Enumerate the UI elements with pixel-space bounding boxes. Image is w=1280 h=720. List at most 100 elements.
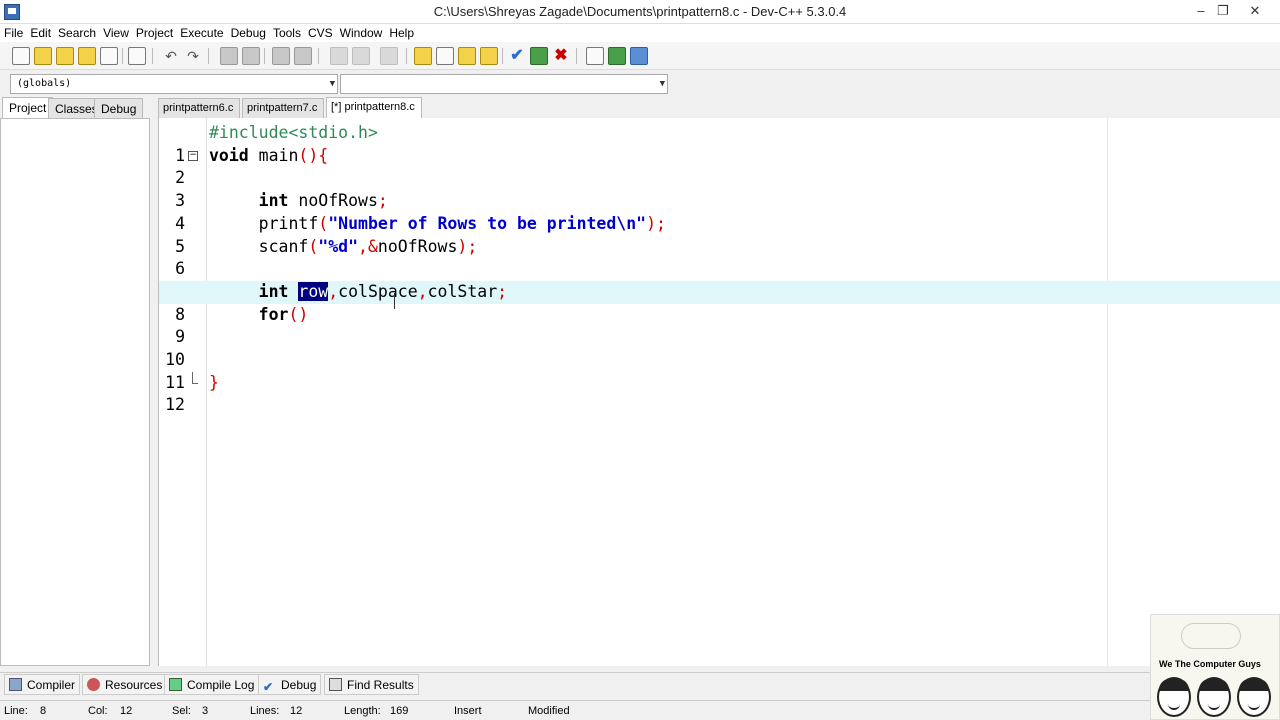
code-line[interactable]: 9 for() (159, 304, 1280, 347)
menu-cvs[interactable]: CVS (304, 24, 336, 40)
menu-view[interactable]: View (99, 24, 132, 40)
symbol: , (328, 281, 339, 301)
symbol: (){ (298, 145, 329, 165)
menu-execute[interactable]: Execute (176, 24, 226, 40)
code-line[interactable]: 11 (159, 349, 1280, 392)
keyword: void (209, 145, 249, 165)
tab-printpattern8[interactable]: [*] printpattern8.c (326, 97, 422, 119)
tab-printpattern6[interactable]: printpattern6.c (158, 98, 240, 118)
add-to-project-icon[interactable] (458, 47, 476, 65)
code-line[interactable]: 3 (159, 167, 1280, 210)
code-line[interactable]: 7 (159, 258, 1280, 301)
redo-icon[interactable]: ↷ (184, 47, 202, 65)
restore-button[interactable]: ❐ (1212, 2, 1234, 20)
code-line[interactable]: 6 scanf("%d",&noOfRows); (159, 236, 1280, 279)
tab-resources[interactable]: Resources (82, 674, 168, 695)
tab-debug[interactable]: Debug (94, 98, 144, 118)
compile-run-icon[interactable] (530, 47, 548, 65)
project-tree[interactable] (0, 118, 150, 666)
status-sel-label: Sel: (172, 705, 191, 717)
tab-project[interactable]: Project (2, 97, 54, 119)
replace-icon[interactable] (242, 47, 260, 65)
code-line[interactable]: 12 } (159, 371, 1280, 414)
tab-label: Compile Log (187, 678, 255, 692)
run-icon[interactable] (608, 47, 626, 65)
menu-window[interactable]: Window (336, 24, 386, 40)
save-icon[interactable] (56, 47, 74, 65)
tab-label: Find Results (347, 678, 414, 692)
menu-project[interactable]: Project (132, 24, 176, 40)
tab-compiler[interactable]: Compiler (4, 674, 81, 695)
status-length-value: 169 (390, 705, 409, 717)
tab-find-results[interactable]: Find Results (324, 674, 419, 695)
toolbar-separator (406, 48, 407, 64)
fold-collapse-icon[interactable]: − (188, 150, 198, 161)
save-all-icon[interactable] (78, 47, 96, 65)
undo-icon[interactable]: ↶ (162, 47, 180, 65)
print-icon[interactable] (128, 47, 146, 65)
status-line-label: Line: (4, 705, 28, 717)
title-bar: C:\Users\Shreyas Zagade\Documents\printp… (0, 0, 1280, 24)
face-icon (1197, 677, 1231, 717)
scope-select[interactable]: (globals) ▼ (10, 74, 338, 94)
goto-line-icon[interactable] (294, 47, 312, 65)
code-line[interactable]: 2 − void main(){ (159, 145, 1280, 188)
find-next-icon[interactable] (272, 47, 290, 65)
code-line[interactable]: 5 printf("Number of Rows to be printed\n… (159, 213, 1280, 256)
main-toolbar: ↶ ↷ ✔ ✖ (0, 42, 1280, 70)
stop-execution-icon[interactable]: ✖ (552, 47, 570, 65)
code-line[interactable]: 4 int noOfRows; (159, 190, 1280, 233)
menu-edit[interactable]: Edit (26, 24, 54, 40)
menu-search[interactable]: Search (54, 24, 99, 40)
current-code-line[interactable]: 8 int row,colSpace,colStar; (159, 280, 1280, 324)
tab-compile-log[interactable]: Compile Log (164, 674, 260, 695)
unindent-icon[interactable] (352, 47, 370, 65)
resources-icon (87, 678, 100, 691)
toolbar-separator (122, 48, 123, 64)
keyword: int (258, 281, 289, 301)
chevron-down-icon: ▼ (329, 79, 335, 89)
close-file-icon[interactable] (100, 47, 118, 65)
tab-printpattern7[interactable]: printpattern7.c (242, 98, 324, 118)
toggle-bookmark-icon[interactable] (380, 47, 398, 65)
status-length-label: Length: (344, 705, 381, 717)
chevron-down-icon: ▼ (659, 79, 665, 89)
scope-toolbar: (globals) ▼ ▼ (0, 70, 1280, 98)
open-file-icon[interactable] (34, 47, 52, 65)
remove-from-project-icon[interactable] (480, 47, 498, 65)
project-options-icon[interactable] (436, 47, 454, 65)
menu-bar: File Edit Search View Project Execute Debug Too… (0, 24, 1280, 42)
new-project-icon[interactable] (414, 47, 432, 65)
toolbar-separator (318, 48, 319, 64)
selected-text: row (298, 281, 329, 301)
compiler-icon (9, 678, 22, 691)
status-col-value: 12 (120, 705, 133, 717)
identifier: main (248, 145, 299, 165)
find-icon[interactable] (220, 47, 238, 65)
keyword: for (258, 304, 289, 324)
tab-debug-output[interactable]: ✔ Debug (258, 674, 322, 695)
indent-icon[interactable] (330, 47, 348, 65)
status-col-label: Col: (88, 705, 108, 717)
close-button[interactable]: ✕ (1238, 2, 1272, 20)
code-line[interactable]: 1 #include<stdio.h> (159, 122, 1280, 165)
code-editor[interactable]: 1 #include<stdio.h> 2 − void main(){ 3 4… (158, 118, 1280, 666)
symbol: , (358, 236, 368, 256)
symbol: ; (497, 281, 508, 301)
compile-icon[interactable]: ✔ (508, 47, 526, 65)
minimize-button[interactable]: – (1190, 2, 1212, 20)
identifier: colSpace (338, 281, 418, 301)
new-file-icon[interactable] (12, 47, 30, 65)
status-lines-value: 12 (290, 705, 303, 717)
class-browser-icon[interactable] (630, 47, 648, 65)
menu-debug[interactable]: Debug (227, 24, 269, 40)
menu-tools[interactable]: Tools (269, 24, 304, 40)
menu-file[interactable]: File (0, 24, 26, 40)
function-name: scanf (258, 236, 309, 256)
menu-help[interactable]: Help (385, 24, 417, 40)
code-line[interactable]: 10 (159, 326, 1280, 369)
output-tabs: Compiler Resources Compile Log ✔ Debug Fi… (0, 672, 1280, 696)
member-select[interactable]: ▼ (340, 74, 668, 94)
debug-icon[interactable] (586, 47, 604, 65)
text-cursor-icon (394, 293, 400, 309)
